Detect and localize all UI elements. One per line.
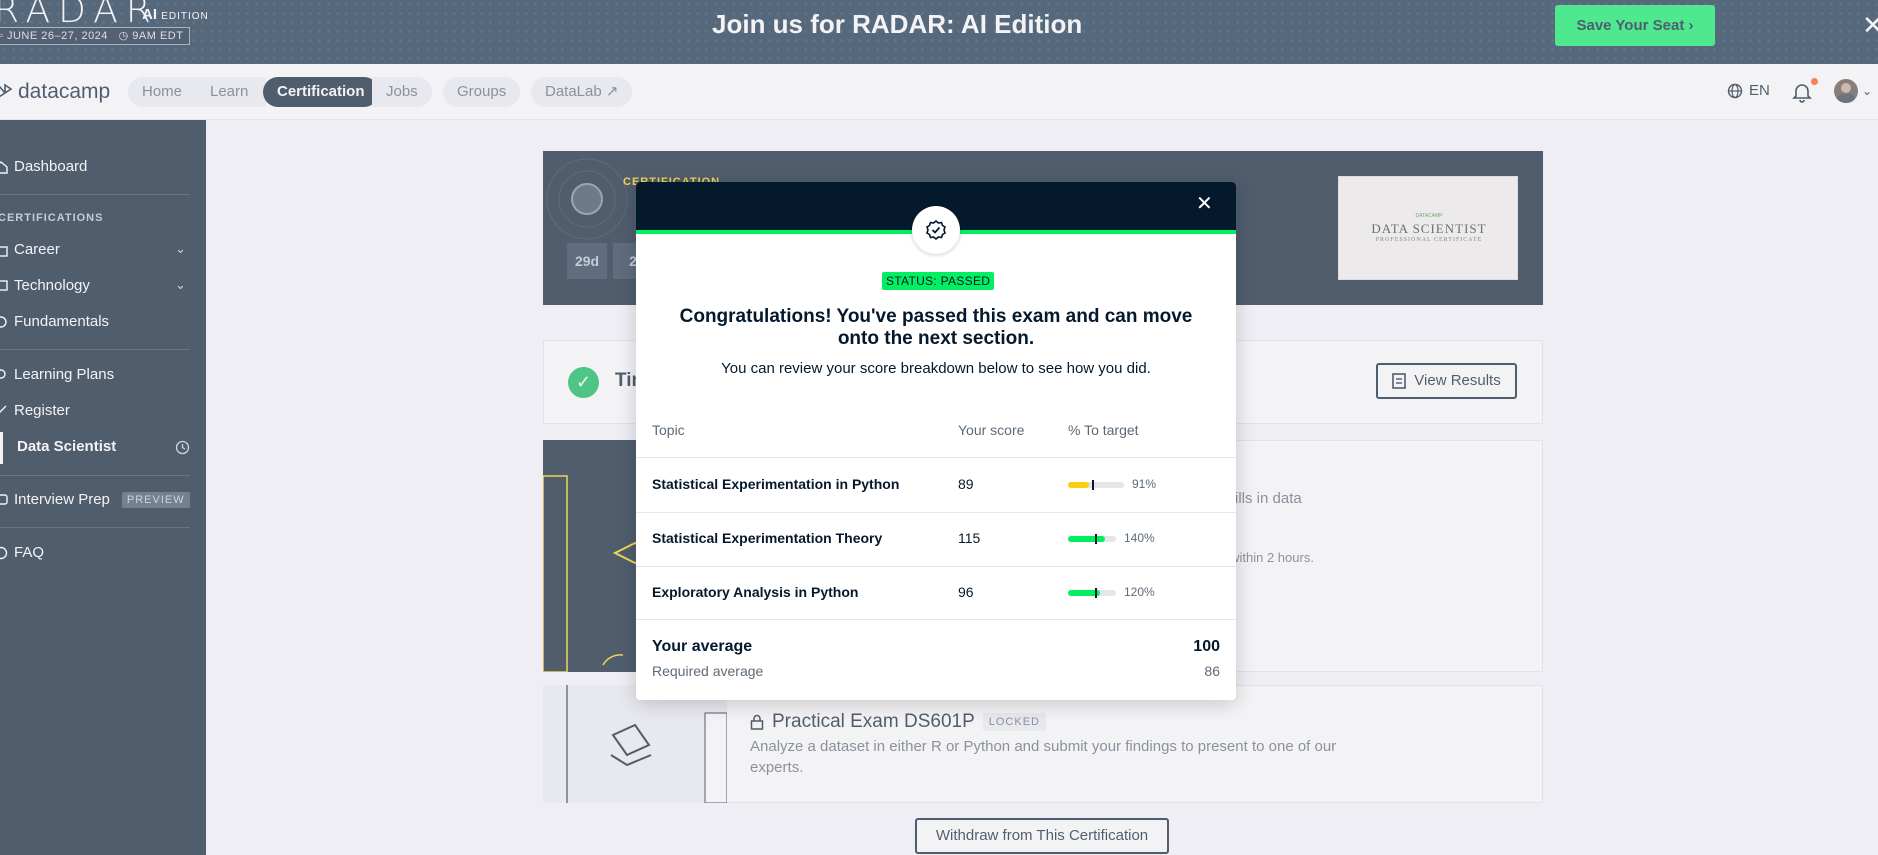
- required-average-value: 86: [1204, 663, 1220, 679]
- divider: [636, 566, 1236, 567]
- table-row-percent: 140%: [1124, 531, 1155, 545]
- required-average-label: Required average: [652, 663, 764, 679]
- target-marker: [1094, 588, 1097, 598]
- progress-bar: [1068, 534, 1116, 544]
- table-row-score: 96: [958, 584, 974, 600]
- modal-title: Congratulations! You've passed this exam…: [679, 306, 1193, 349]
- progress-bar: [1068, 588, 1116, 598]
- table-row-percent: 120%: [1124, 585, 1155, 599]
- table-row-topic: Statistical Experimentation in Python: [652, 476, 900, 492]
- check-circle-icon: [926, 219, 946, 241]
- modal-subtitle: You can review your score breakdown belo…: [721, 360, 1151, 377]
- divider: [636, 457, 1236, 458]
- table-row-topic: Exploratory Analysis in Python: [652, 584, 859, 600]
- column-header-topic: Topic: [652, 422, 685, 438]
- divider: [636, 619, 1236, 620]
- passed-badge: [912, 206, 960, 254]
- table-row-score: 89: [958, 476, 974, 492]
- table-row-topic: Statistical Experimentation Theory: [652, 530, 883, 546]
- progress-bar: [1068, 480, 1124, 490]
- target-marker: [1094, 534, 1097, 544]
- target-marker: [1091, 480, 1094, 490]
- progress-fill: [1068, 482, 1090, 488]
- table-row-score: 115: [958, 530, 981, 546]
- column-header-score: Your score: [958, 422, 1025, 438]
- results-modal: ✕ STATUS: PASSED Congratulations! You've…: [636, 182, 1236, 700]
- divider: [636, 512, 1236, 513]
- column-header-target: % To target: [1068, 422, 1139, 438]
- table-row-percent: 91%: [1132, 477, 1157, 491]
- your-average-label: Your average: [652, 638, 753, 655]
- status-badge: STATUS: PASSED: [882, 272, 995, 290]
- progress-fill: [1068, 536, 1106, 542]
- your-average-value: 100: [1193, 638, 1220, 655]
- close-icon[interactable]: ✕: [1196, 194, 1213, 214]
